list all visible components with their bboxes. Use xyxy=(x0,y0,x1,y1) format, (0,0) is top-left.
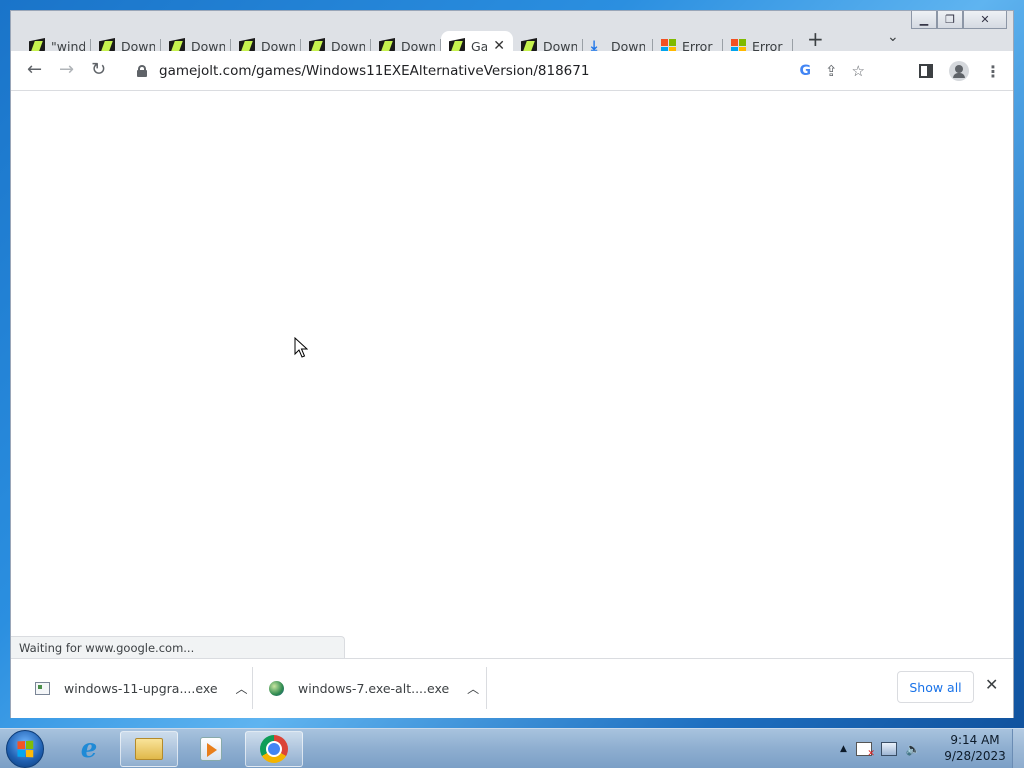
page-content: Waiting for www.google.com... xyxy=(11,91,1013,658)
close-shelf-icon[interactable]: ✕ xyxy=(985,675,998,694)
download-filename: windows-7.exe-alt....exe xyxy=(298,680,450,696)
taskbar-file-explorer[interactable] xyxy=(120,731,178,767)
media-player-icon xyxy=(200,737,222,761)
close-window-button[interactable]: ✕ xyxy=(963,11,1007,29)
download-shelf: windows-11-upgra....exe ︿ windows-7.exe-… xyxy=(11,658,1013,718)
download-item-0[interactable]: windows-11-upgra....exe ︿ xyxy=(35,667,253,709)
lock-icon[interactable] xyxy=(137,65,147,77)
bookmark-star-icon[interactable]: ☆ xyxy=(852,62,865,80)
taskbar-chrome[interactable] xyxy=(245,731,303,767)
taskbar-internet-explorer[interactable]: e xyxy=(60,731,118,767)
share-icon[interactable]: ⇪ xyxy=(825,62,838,80)
show-desktop-button[interactable] xyxy=(1012,729,1024,768)
divider xyxy=(252,667,253,709)
google-icon[interactable]: G xyxy=(799,63,811,79)
kebab-menu-icon[interactable]: ⋮ xyxy=(985,62,1001,81)
action-center-flag-icon[interactable] xyxy=(855,742,875,759)
internet-explorer-icon: e xyxy=(80,734,98,764)
download-item-1[interactable]: windows-7.exe-alt....exe ︿ xyxy=(269,667,487,709)
chrome-icon xyxy=(260,735,288,763)
browser-toolbar: ← → ↻ gamejolt.com/games/Windows11EXEAlt… xyxy=(11,51,1013,91)
chevron-up-icon[interactable]: ︿ xyxy=(236,680,248,697)
divider xyxy=(486,667,487,709)
clock-time: 9:14 AM xyxy=(950,733,1000,747)
restore-button[interactable]: ❐ xyxy=(937,11,963,29)
toolbar-right: ⋮ xyxy=(919,61,1001,81)
globe-file-icon xyxy=(269,680,284,696)
profile-avatar-icon[interactable] xyxy=(949,61,969,81)
chrome-window: ▁ ❐ ✕ "wind Down Down Down Down Down Ga … xyxy=(10,10,1014,718)
folder-icon xyxy=(135,738,163,760)
taskbar: e ▲ 9:14 AM 9/28/2023 xyxy=(0,728,1024,768)
taskbar-clock[interactable]: 9:14 AM 9/28/2023 xyxy=(940,732,1010,764)
side-panel-icon[interactable] xyxy=(919,64,933,78)
new-tab-button[interactable]: + xyxy=(807,27,824,51)
volume-muted-icon[interactable] xyxy=(906,742,922,756)
show-hidden-icons-button[interactable]: ▲ xyxy=(840,744,847,754)
back-button[interactable]: ← xyxy=(27,60,42,80)
network-icon[interactable] xyxy=(880,742,897,756)
minimize-button[interactable]: ▁ xyxy=(911,11,937,29)
chevron-up-icon[interactable]: ︿ xyxy=(467,680,479,697)
system-tray: ▲ xyxy=(840,729,922,768)
start-button[interactable] xyxy=(6,730,44,768)
address-bar[interactable]: gamejolt.com/games/Windows11EXEAlternati… xyxy=(125,56,865,86)
clock-date: 9/28/2023 xyxy=(944,749,1006,763)
window-controls: ▁ ❐ ✕ xyxy=(911,11,1007,29)
reload-button[interactable]: ↻ xyxy=(91,60,106,80)
tab-search-icon[interactable]: ⌄ xyxy=(887,29,899,45)
download-filename: windows-11-upgra....exe xyxy=(64,680,218,696)
windows-logo-icon xyxy=(17,740,34,758)
url-text[interactable]: gamejolt.com/games/Windows11EXEAlternati… xyxy=(159,63,589,79)
omnibox-actions: G ⇪ ☆ xyxy=(799,62,865,80)
taskbar-media-player[interactable] xyxy=(182,731,240,767)
forward-button[interactable]: → xyxy=(59,60,74,80)
status-bubble: Waiting for www.google.com... xyxy=(11,636,345,658)
show-all-button[interactable]: Show all xyxy=(897,671,974,703)
exe-file-icon xyxy=(35,681,50,695)
